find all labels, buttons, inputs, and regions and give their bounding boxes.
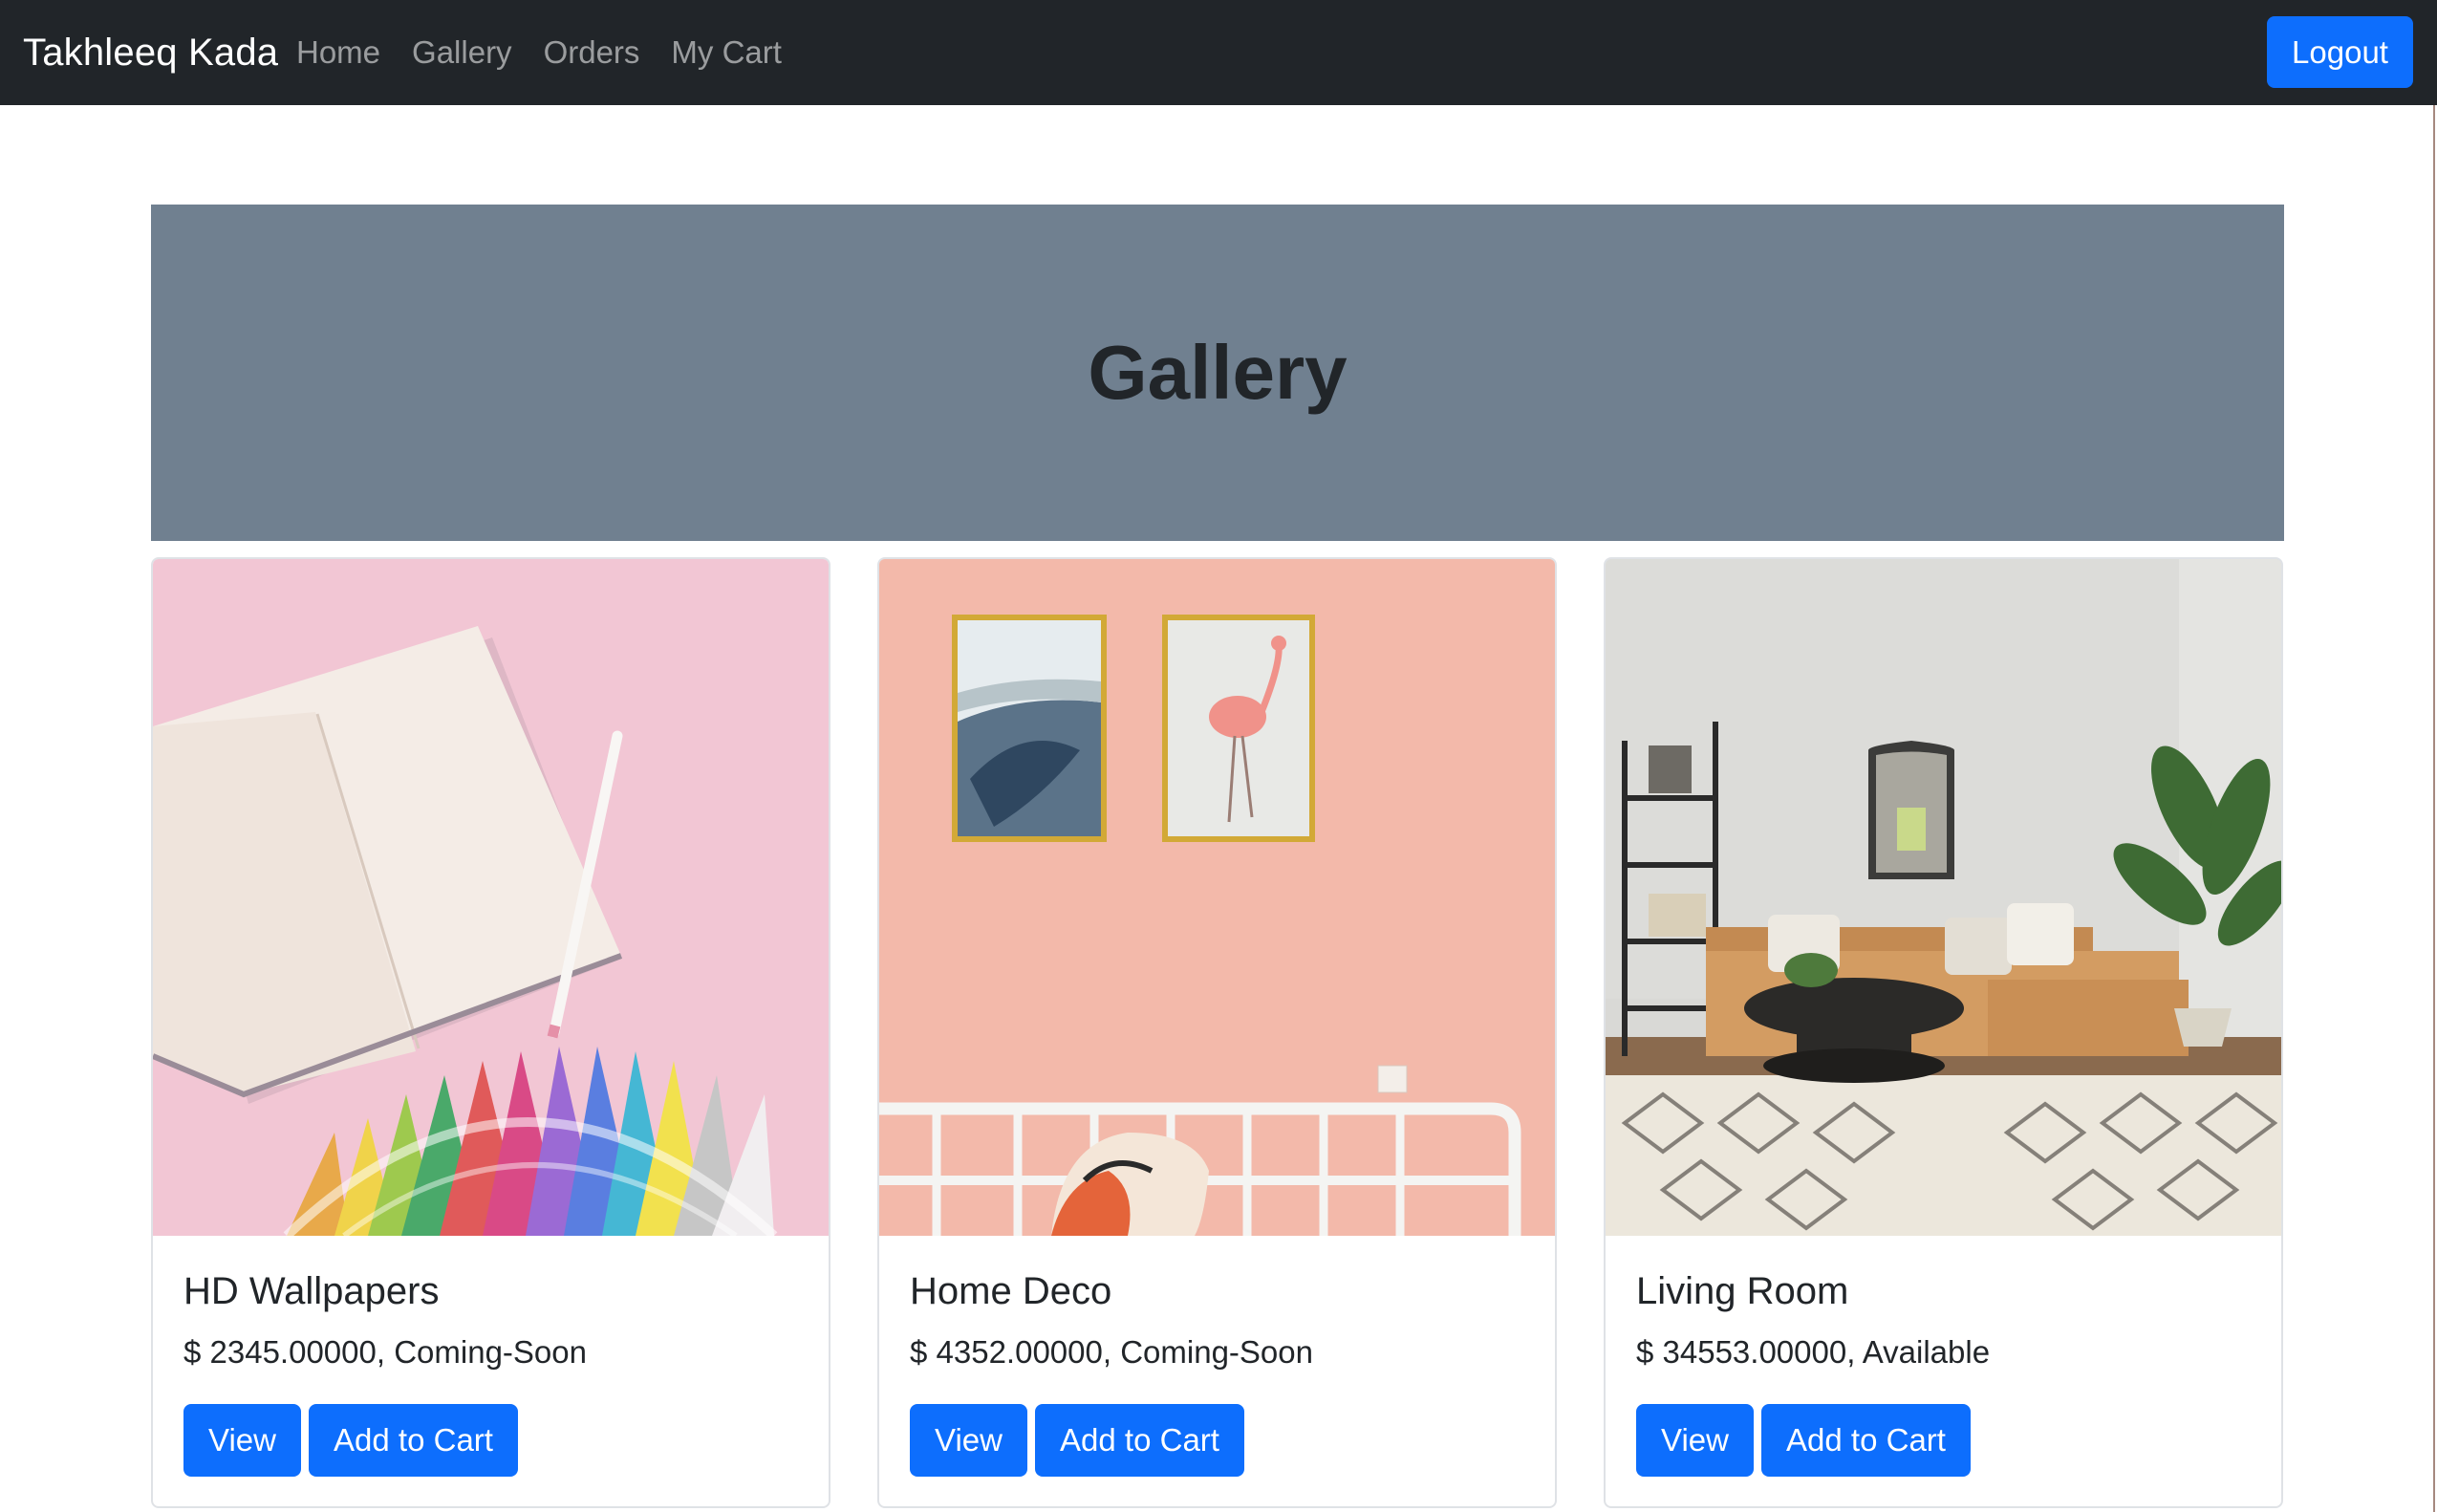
view-button[interactable]: View	[910, 1404, 1027, 1477]
product-title: Home Deco	[910, 1270, 1112, 1312]
product-card: Home Deco $ 4352.00000, Coming-Soon View…	[877, 557, 1557, 1508]
navbar: Takhleeq Kada Home Gallery Orders My Car…	[0, 0, 2437, 105]
product-price-status: $ 4352.00000, Coming-Soon	[910, 1334, 1313, 1370]
logout-button[interactable]: Logout	[2267, 16, 2413, 88]
brand-logo-text[interactable]: Takhleeq Kada	[23, 0, 278, 105]
product-title: HD Wallpapers	[183, 1270, 440, 1312]
product-price-status: $ 34553.00000, Available	[1636, 1334, 1991, 1370]
framed-art-picture	[879, 559, 1555, 1236]
product-title: Living Room	[1636, 1270, 1849, 1312]
page-title: Gallery	[1088, 330, 1348, 415]
product-price-status: $ 2345.00000, Coming-Soon	[183, 1334, 587, 1370]
product-image-living-room[interactable]	[1606, 559, 2281, 1236]
gallery-banner: Gallery	[151, 205, 2284, 541]
nav-link-home[interactable]: Home	[296, 34, 380, 71]
nav-links: Home Gallery Orders My Cart	[296, 0, 813, 105]
nav-link-orders[interactable]: Orders	[544, 34, 640, 71]
product-card: HD Wallpapers $ 2345.00000, Coming-Soon …	[151, 557, 830, 1508]
add-to-cart-button[interactable]: Add to Cart	[1761, 1404, 1971, 1477]
view-button[interactable]: View	[183, 1404, 301, 1477]
view-button[interactable]: View	[1636, 1404, 1754, 1477]
notebook-swatches-picture	[153, 559, 829, 1236]
product-image-home-deco[interactable]	[879, 559, 1555, 1236]
add-to-cart-button[interactable]: Add to Cart	[309, 1404, 518, 1477]
nav-link-my-cart[interactable]: My Cart	[671, 34, 782, 71]
nav-link-gallery[interactable]: Gallery	[412, 34, 512, 71]
add-to-cart-button[interactable]: Add to Cart	[1035, 1404, 1244, 1477]
window-edge-divider	[2433, 105, 2435, 1512]
product-card: Living Room $ 34553.00000, Available Vie…	[1604, 557, 2283, 1508]
product-image-hd-wallpapers[interactable]	[153, 559, 829, 1236]
living-room-picture	[1606, 559, 2281, 1236]
